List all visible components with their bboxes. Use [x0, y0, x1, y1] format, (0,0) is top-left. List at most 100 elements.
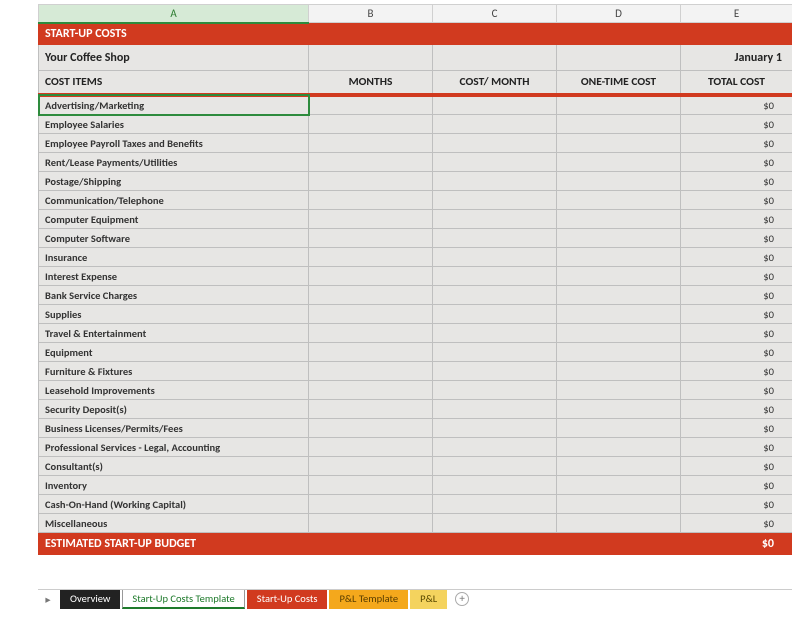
one-time-cell[interactable] [557, 229, 681, 248]
cost-item-label[interactable]: Business Licenses/Permits/Fees [39, 419, 309, 438]
empty-cell[interactable] [433, 45, 557, 71]
months-cell[interactable] [309, 324, 433, 343]
empty-cell[interactable] [309, 533, 433, 555]
cost-item-label[interactable]: Leasehold Improvements [39, 381, 309, 400]
header-months[interactable]: MONTHS [309, 71, 433, 96]
months-cell[interactable] [309, 172, 433, 191]
sheet-title[interactable]: START-UP COSTS [39, 23, 793, 45]
header-one-time[interactable]: ONE-TIME COST [557, 71, 681, 96]
total-cell[interactable]: $0 [681, 210, 793, 229]
total-cell[interactable]: $0 [681, 286, 793, 305]
cost-month-cell[interactable] [433, 248, 557, 267]
header-cost-month[interactable]: COST/ MONTH [433, 71, 557, 96]
column-header-c[interactable]: C [433, 5, 557, 23]
one-time-cell[interactable] [557, 172, 681, 191]
sheet-tab[interactable]: P&L [410, 590, 447, 609]
months-cell[interactable] [309, 476, 433, 495]
cost-month-cell[interactable] [433, 495, 557, 514]
empty-cell[interactable] [309, 45, 433, 71]
one-time-cell[interactable] [557, 400, 681, 419]
total-cell[interactable]: $0 [681, 172, 793, 191]
one-time-cell[interactable] [557, 438, 681, 457]
one-time-cell[interactable] [557, 115, 681, 134]
cost-month-cell[interactable] [433, 210, 557, 229]
date-cell[interactable]: January 1 [681, 45, 793, 71]
sheet-tab[interactable]: P&L Template [329, 590, 408, 609]
months-cell[interactable] [309, 267, 433, 286]
months-cell[interactable] [309, 457, 433, 476]
cost-month-cell[interactable] [433, 400, 557, 419]
cost-month-cell[interactable] [433, 286, 557, 305]
months-cell[interactable] [309, 343, 433, 362]
total-cell[interactable]: $0 [681, 305, 793, 324]
budget-total[interactable]: $0 [681, 533, 793, 555]
empty-cell[interactable] [557, 45, 681, 71]
cost-month-cell[interactable] [433, 229, 557, 248]
months-cell[interactable] [309, 229, 433, 248]
cost-item-label[interactable]: Computer Equipment [39, 210, 309, 229]
total-cell[interactable]: $0 [681, 95, 793, 115]
cost-item-label[interactable]: Employee Salaries [39, 115, 309, 134]
column-header-e[interactable]: E [681, 5, 793, 23]
one-time-cell[interactable] [557, 362, 681, 381]
cost-item-label[interactable]: Equipment [39, 343, 309, 362]
cost-month-cell[interactable] [433, 324, 557, 343]
empty-cell[interactable] [433, 533, 557, 555]
cost-month-cell[interactable] [433, 438, 557, 457]
months-cell[interactable] [309, 514, 433, 533]
cost-month-cell[interactable] [433, 134, 557, 153]
one-time-cell[interactable] [557, 419, 681, 438]
total-cell[interactable]: $0 [681, 134, 793, 153]
total-cell[interactable]: $0 [681, 514, 793, 533]
header-total[interactable]: TOTAL COST [681, 71, 793, 96]
months-cell[interactable] [309, 495, 433, 514]
one-time-cell[interactable] [557, 457, 681, 476]
cost-item-label[interactable]: Rent/Lease Payments/Utilities [39, 153, 309, 172]
one-time-cell[interactable] [557, 305, 681, 324]
cost-month-cell[interactable] [433, 381, 557, 400]
cost-month-cell[interactable] [433, 191, 557, 210]
one-time-cell[interactable] [557, 381, 681, 400]
cost-item-label[interactable]: Communication/Telephone [39, 191, 309, 210]
months-cell[interactable] [309, 438, 433, 457]
cost-month-cell[interactable] [433, 172, 557, 191]
cost-item-label[interactable]: Cash-On-Hand (Working Capital) [39, 495, 309, 514]
cost-item-label[interactable]: Professional Services - Legal, Accountin… [39, 438, 309, 457]
column-header-a[interactable]: A [39, 5, 309, 23]
one-time-cell[interactable] [557, 286, 681, 305]
cost-month-cell[interactable] [433, 267, 557, 286]
cost-month-cell[interactable] [433, 476, 557, 495]
months-cell[interactable] [309, 305, 433, 324]
one-time-cell[interactable] [557, 267, 681, 286]
total-cell[interactable]: $0 [681, 324, 793, 343]
one-time-cell[interactable] [557, 95, 681, 115]
total-cell[interactable]: $0 [681, 267, 793, 286]
total-cell[interactable]: $0 [681, 191, 793, 210]
one-time-cell[interactable] [557, 134, 681, 153]
cost-item-label[interactable]: Inventory [39, 476, 309, 495]
total-cell[interactable]: $0 [681, 438, 793, 457]
sheet-tab[interactable]: Start-Up Costs Template [122, 590, 244, 609]
cost-month-cell[interactable] [433, 305, 557, 324]
cost-item-label[interactable]: Consultant(s) [39, 457, 309, 476]
cost-item-label[interactable]: Advertising/Marketing [39, 95, 309, 115]
months-cell[interactable] [309, 95, 433, 115]
column-header-b[interactable]: B [309, 5, 433, 23]
empty-cell[interactable] [557, 533, 681, 555]
months-cell[interactable] [309, 381, 433, 400]
cost-month-cell[interactable] [433, 457, 557, 476]
tab-nav-icon[interactable]: ▸ [38, 593, 58, 606]
total-cell[interactable]: $0 [681, 400, 793, 419]
months-cell[interactable] [309, 153, 433, 172]
total-cell[interactable]: $0 [681, 115, 793, 134]
one-time-cell[interactable] [557, 191, 681, 210]
company-name-cell[interactable]: Your Coffee Shop [39, 45, 309, 71]
months-cell[interactable] [309, 248, 433, 267]
cost-item-label[interactable]: Interest Expense [39, 267, 309, 286]
cost-item-label[interactable]: Employee Payroll Taxes and Benefits [39, 134, 309, 153]
header-cost-items[interactable]: COST ITEMS [39, 71, 309, 96]
total-cell[interactable]: $0 [681, 362, 793, 381]
months-cell[interactable] [309, 134, 433, 153]
column-header-d[interactable]: D [557, 5, 681, 23]
months-cell[interactable] [309, 419, 433, 438]
